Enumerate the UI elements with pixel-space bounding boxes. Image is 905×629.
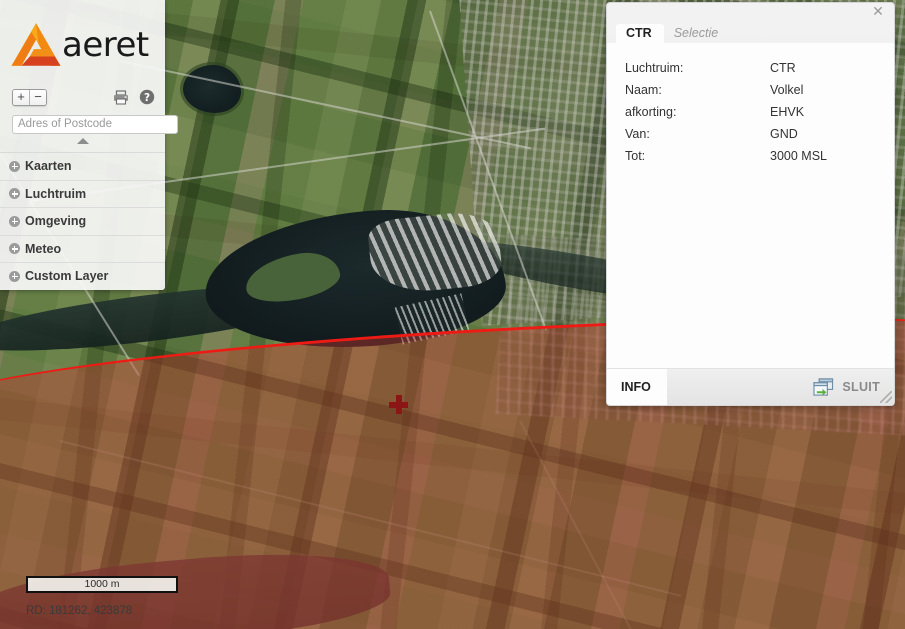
sidebar-item-label: Meteo: [25, 241, 62, 256]
address-search-row: [0, 110, 178, 138]
sidebar-item-luchtruim[interactable]: Luchtruim: [0, 181, 165, 208]
detail-value: CTR: [770, 61, 796, 75]
detail-value: EHVK: [770, 105, 805, 119]
detail-value: GND: [770, 127, 798, 141]
sidebar-item-kaarten[interactable]: Kaarten: [0, 153, 165, 181]
close-x-icon[interactable]: ✕: [871, 5, 885, 19]
sidebar-item-label: Custom Layer: [25, 269, 109, 284]
map-tool-row: + − ?: [0, 84, 165, 110]
detail-row-afkorting: afkorting: EHVK: [625, 101, 894, 123]
brand-logo[interactable]: aeret: [0, 0, 165, 84]
sidebar-item-label: Kaarten: [25, 159, 72, 174]
scale-bar-label: 1000 m: [26, 576, 178, 593]
tab-selectie[interactable]: Selectie: [664, 24, 730, 43]
crosshair-marker-icon: [389, 395, 408, 414]
detail-value: Volkel: [770, 83, 804, 97]
detail-row-naam: Naam: Volkel: [625, 79, 894, 101]
plus-circle-icon: [9, 243, 20, 255]
tab-ctr[interactable]: CTR: [616, 24, 664, 43]
plus-circle-icon: [9, 215, 20, 227]
svg-text:?: ?: [144, 92, 150, 104]
panel-detail-list: Luchtruim: CTR Naam: Volkel afkorting: E…: [607, 43, 894, 368]
application-window: aeret + − ? Adres of Postcode Kaarten Lu…: [0, 0, 905, 629]
plus-circle-icon: [9, 188, 20, 200]
airspace-info-panel: ✕ CTR Selectie Luchtruim: CTR Naam: Volk…: [606, 2, 895, 406]
detail-value: 3000 MSL: [770, 149, 827, 163]
detail-row-van: Van: GND: [625, 123, 894, 145]
resize-grip-icon[interactable]: [880, 391, 892, 403]
detail-row-luchtruim: Luchtruim: CTR: [625, 57, 894, 79]
detail-row-tot: Tot: 3000 MSL: [625, 145, 894, 167]
zoom-control-group[interactable]: + −: [12, 88, 47, 106]
sluit-button[interactable]: SLUIT: [842, 380, 880, 394]
printer-icon[interactable]: [113, 89, 129, 105]
plus-circle-icon: [9, 270, 20, 282]
map-coordinates-readout: RD: 181262, 423878: [26, 605, 133, 617]
collapse-up-triangle-icon[interactable]: [76, 138, 89, 144]
detail-key: afkorting:: [625, 105, 677, 119]
penrose-triangle-logo-icon: [11, 23, 61, 66]
panel-titlebar: ✕: [607, 3, 894, 21]
info-tab-button[interactable]: INFO: [607, 369, 667, 405]
panel-footer: INFO SLUIT: [607, 368, 894, 405]
sidebar-item-label: Omgeving: [25, 214, 87, 229]
sidebar-item-custom-layer[interactable]: Custom Layer: [0, 263, 165, 290]
restore-window-icon[interactable]: [813, 377, 834, 397]
sidebar-item-meteo[interactable]: Meteo: [0, 236, 165, 263]
map-lake-small: [183, 65, 241, 113]
brand-name-text: aeret: [62, 25, 149, 65]
zoom-out-button[interactable]: −: [29, 89, 46, 105]
help-question-icon[interactable]: ?: [139, 89, 155, 105]
detail-key: Tot:: [625, 149, 646, 163]
zoom-in-button[interactable]: +: [13, 89, 29, 105]
layer-menu-list: Kaarten Luchtruim Omgeving Meteo Custom …: [0, 152, 165, 290]
detail-key: Van:: [625, 127, 650, 141]
sidebar-collapse-row: [0, 138, 165, 152]
detail-key: Luchtruim:: [625, 61, 684, 75]
detail-key: Naam:: [625, 83, 662, 97]
sidebar-item-label: Luchtruim: [25, 186, 87, 201]
sidebar-panel: aeret + − ? Adres of Postcode Kaarten Lu…: [0, 0, 178, 290]
search-input[interactable]: [12, 114, 178, 134]
map-scale-bar: 1000 m: [26, 576, 178, 593]
plus-circle-icon: [9, 160, 20, 172]
tool-icon-group: ?: [113, 89, 155, 105]
sidebar-item-omgeving[interactable]: Omgeving: [0, 208, 165, 236]
panel-tab-strip: CTR Selectie: [607, 21, 894, 43]
